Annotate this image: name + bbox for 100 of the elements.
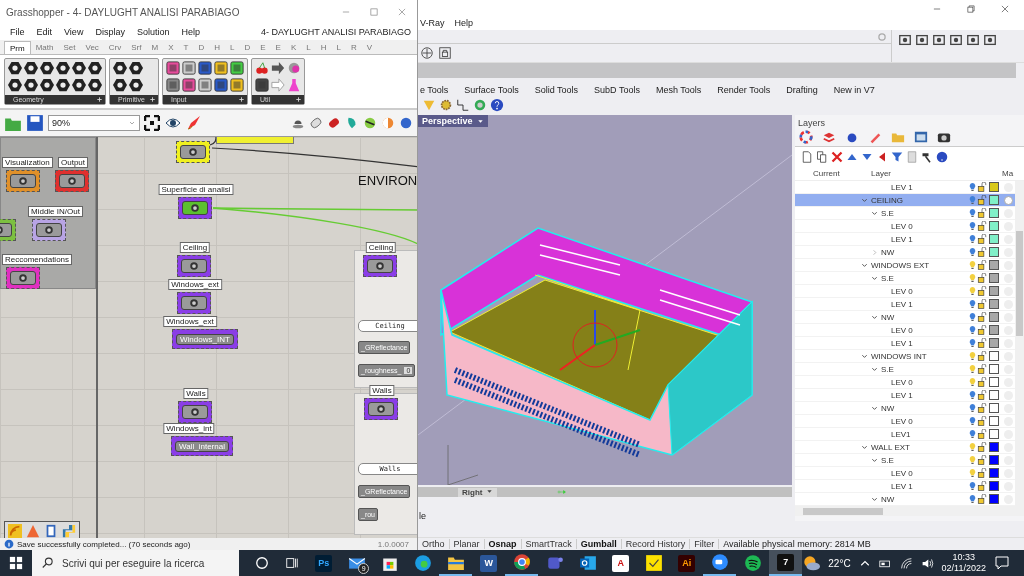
- layer-color-swatch[interactable]: [989, 351, 999, 361]
- ribbon-tab[interactable]: R: [345, 41, 362, 54]
- lightbulb-icon[interactable]: [968, 299, 977, 309]
- layer-color-swatch[interactable]: [989, 234, 999, 244]
- lightbulb-icon[interactable]: [968, 325, 977, 335]
- ribbon-tab[interactable]: Math: [30, 41, 59, 54]
- connector-icon[interactable]: [456, 98, 470, 112]
- expand-icon[interactable]: [96, 96, 103, 103]
- hammer-icon[interactable]: [921, 151, 933, 163]
- ribbon-tab[interactable]: H: [315, 41, 332, 54]
- component-icon[interactable]: [72, 61, 86, 75]
- unlocked-icon[interactable]: [977, 273, 987, 283]
- chevron-down-icon[interactable]: [871, 404, 878, 412]
- parameter-node[interactable]: [178, 197, 212, 219]
- layer-row[interactable]: LEV 0: [795, 415, 1015, 428]
- component-icon[interactable]: [24, 78, 38, 92]
- chevron-down-icon[interactable]: [871, 209, 878, 217]
- layer-color-swatch[interactable]: [989, 273, 999, 283]
- component-icon[interactable]: [24, 61, 38, 75]
- taskbar-app[interactable]: A: [604, 550, 638, 576]
- layer-row[interactable]: LEV 0: [795, 324, 1015, 337]
- toolbar-tab[interactable]: Mesh Tools: [656, 84, 702, 95]
- unlocked-icon[interactable]: [977, 195, 987, 205]
- layer-color-swatch[interactable]: [989, 208, 999, 218]
- layer-color-swatch[interactable]: [989, 416, 999, 426]
- column-header[interactable]: Current: [795, 169, 863, 178]
- toolbar-tab[interactable]: New in V7: [833, 84, 875, 95]
- filter-icon[interactable]: [891, 151, 903, 163]
- component-icon[interactable]: [214, 78, 228, 92]
- component-icon[interactable]: [129, 61, 143, 75]
- lightbulb-icon[interactable]: [968, 416, 977, 426]
- component-icon[interactable]: [8, 78, 22, 92]
- toolbar-tab[interactable]: SubD Tools: [594, 84, 640, 95]
- windows-logo-icon[interactable]: [9, 556, 23, 570]
- volume-icon[interactable]: [920, 556, 934, 570]
- unlocked-icon[interactable]: [977, 364, 987, 374]
- help-icon[interactable]: [936, 151, 948, 163]
- component-icon[interactable]: [255, 78, 269, 92]
- ribbon-tab[interactable]: V: [361, 41, 378, 54]
- chevron-down-icon[interactable]: [871, 365, 878, 373]
- unlocked-icon[interactable]: [977, 494, 987, 504]
- menu-item[interactable]: File: [4, 27, 31, 37]
- unlocked-icon[interactable]: [977, 260, 987, 270]
- lightbulb-icon[interactable]: [968, 234, 977, 244]
- lightbulb-icon[interactable]: [968, 273, 977, 283]
- layer-color-swatch[interactable]: [989, 286, 999, 296]
- horizontal-scrollbar[interactable]: [795, 506, 1024, 516]
- component-icon[interactable]: [271, 61, 285, 75]
- lock-icon[interactable]: [438, 46, 452, 60]
- parameter-node[interactable]: [6, 267, 40, 289]
- component-icon[interactable]: [72, 78, 86, 92]
- scrollbar[interactable]: [1015, 181, 1024, 506]
- layer-row[interactable]: S.E: [795, 207, 1015, 220]
- layer-color-swatch[interactable]: [989, 260, 999, 270]
- ribbon-tab[interactable]: H: [209, 41, 225, 54]
- chevron-down-icon[interactable]: [861, 352, 868, 360]
- copy-icon[interactable]: [816, 151, 828, 163]
- chevron-down-icon[interactable]: [861, 261, 868, 269]
- layer-color-swatch[interactable]: [989, 494, 999, 504]
- layer-color-swatch[interactable]: [989, 377, 999, 387]
- unlocked-icon[interactable]: [977, 442, 987, 452]
- taskbar-app[interactable]: 7: [769, 550, 803, 576]
- layer-color-swatch[interactable]: [989, 338, 999, 348]
- wifi-icon[interactable]: [899, 556, 913, 570]
- notifications-icon[interactable]: [994, 555, 1010, 571]
- toolbar-tab[interactable]: Render Tools: [717, 84, 771, 95]
- search-field[interactable]: Scrivi qui per eseguire la ricerca: [32, 550, 240, 576]
- weather-icon[interactable]: [802, 554, 821, 572]
- battery-icon[interactable]: [44, 524, 58, 538]
- layer-color-swatch[interactable]: [989, 299, 999, 309]
- layer-row[interactable]: LEV 1: [795, 298, 1015, 311]
- lightbulb-icon[interactable]: [968, 338, 977, 348]
- chevron-down-icon[interactable]: [871, 274, 878, 282]
- expand-icon[interactable]: [295, 96, 302, 103]
- taskbar-app[interactable]: Ai: [670, 550, 704, 576]
- layer-row[interactable]: LEV 1: [795, 233, 1015, 246]
- ribbon-tab[interactable]: L: [225, 41, 240, 54]
- lightbulb-icon[interactable]: [968, 364, 977, 374]
- ribbon-tab[interactable]: Prm: [4, 41, 31, 54]
- component-icon[interactable]: [129, 78, 143, 92]
- component-icon[interactable]: [40, 78, 54, 92]
- ribbon-tab[interactable]: Vec: [80, 41, 104, 54]
- gears-icon[interactable]: [439, 98, 453, 112]
- layer-row[interactable]: LEV 0: [795, 376, 1015, 389]
- lightbulb-icon[interactable]: [968, 351, 977, 361]
- lightbulb-icon[interactable]: [968, 286, 977, 296]
- unlocked-icon[interactable]: [977, 221, 987, 231]
- layer-color-swatch[interactable]: [989, 182, 999, 192]
- menu-item[interactable]: View: [58, 27, 90, 37]
- layer-row[interactable]: LEV 1: [795, 389, 1015, 402]
- ribbon-tab[interactable]: M: [146, 41, 164, 54]
- layer-row[interactable]: LEV 0: [795, 220, 1015, 233]
- sphere-icon[interactable]: [363, 116, 377, 130]
- layer-color-swatch[interactable]: [989, 221, 999, 231]
- layer-row[interactable]: NW: [795, 311, 1015, 324]
- ribbon-tab[interactable]: X: [163, 41, 179, 54]
- component-icon[interactable]: [113, 78, 127, 92]
- layer-color-swatch[interactable]: [989, 195, 999, 205]
- unlocked-icon[interactable]: [977, 299, 987, 309]
- color-wheel-icon[interactable]: [799, 130, 813, 144]
